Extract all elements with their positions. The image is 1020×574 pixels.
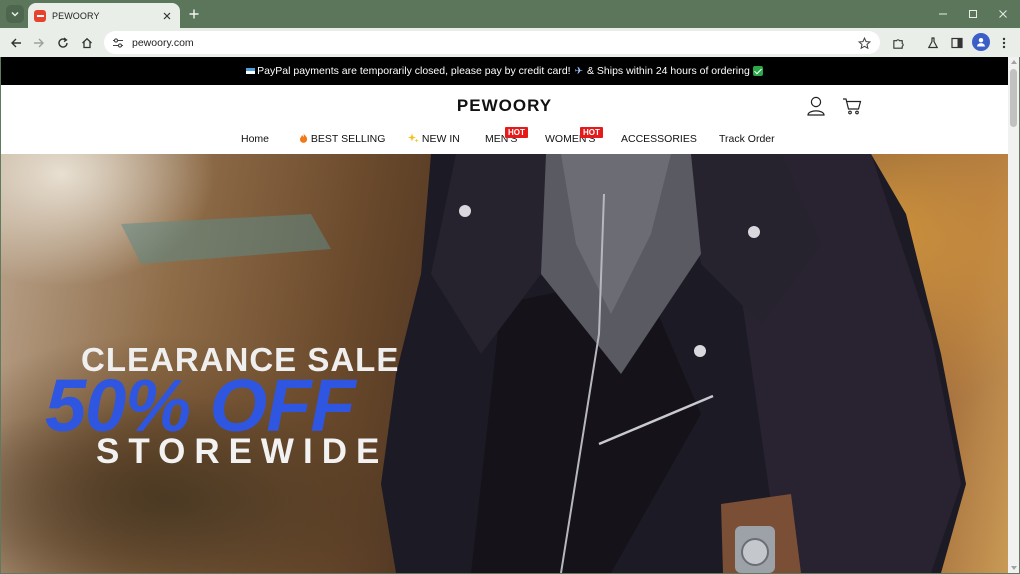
home-button[interactable] [77, 33, 97, 53]
scroll-up-arrow-icon[interactable] [1011, 60, 1017, 64]
arrow-right-icon [34, 38, 44, 48]
announcement-text-shipping: & Ships within 24 hours of ordering [586, 65, 750, 77]
bookmark-button[interactable] [854, 33, 874, 53]
address-bar[interactable]: pewoory.com [104, 31, 880, 54]
scroll-down-arrow-icon[interactable] [1011, 566, 1017, 570]
page-viewport: PayPal payments are temporarily closed, … [1, 57, 1008, 573]
nav-item-womens[interactable]: WOMEN'S HOT [545, 127, 603, 145]
new-tab-button[interactable] [186, 6, 202, 22]
browser-tab[interactable]: PEWOORY [28, 3, 180, 28]
maximize-icon [969, 10, 977, 18]
nav-item-label: NEW IN [421, 133, 460, 145]
site-header: PEWOORY [1, 85, 1008, 127]
home-icon [82, 37, 92, 49]
nav-item-label: ACCESSORIES [621, 133, 697, 145]
puzzle-icon [892, 38, 904, 49]
nav-item-accessories[interactable]: ACCESSORIES [621, 133, 697, 145]
browser-toolbar: pewoory.com [0, 28, 1020, 57]
tab-title: PEWOORY [52, 10, 100, 21]
hero-banner[interactable]: CLEARANCE SALE 50% OFF STOREWIDE [1, 154, 1008, 573]
kebab-menu-icon [1002, 37, 1006, 49]
nav-item-home[interactable]: Home [241, 133, 269, 145]
close-window-button[interactable] [994, 5, 1012, 23]
side-panel-icon [951, 37, 963, 49]
hot-badge: HOT [505, 127, 528, 138]
user-icon [807, 96, 825, 116]
close-icon [999, 10, 1007, 18]
fire-icon [300, 133, 308, 143]
tune-icon [113, 37, 123, 48]
nav-item-new-in[interactable]: NEW IN [408, 133, 460, 145]
profile-button[interactable] [972, 33, 990, 51]
hero-subheadline: STOREWIDE [96, 432, 389, 471]
flask-icon [927, 37, 939, 49]
nav-item-best-selling[interactable]: BEST SELLING [299, 133, 385, 145]
reload-icon [58, 37, 68, 48]
tab-close-button[interactable] [160, 9, 174, 23]
maximize-button[interactable] [964, 5, 982, 23]
side-panel-button[interactable] [947, 33, 967, 53]
nav-item-mens[interactable]: MEN'S HOT [485, 127, 528, 145]
forward-button[interactable] [29, 33, 49, 53]
nav-item-label: Track Order [719, 133, 775, 145]
nav-item-track-order[interactable]: Track Order [719, 133, 775, 145]
page-scrollbar[interactable] [1008, 57, 1019, 573]
site-info-button[interactable] [108, 33, 128, 53]
arrow-left-icon [11, 38, 21, 48]
url-text: pewoory.com [132, 36, 194, 49]
user-avatar-icon [977, 38, 985, 47]
main-nav: Home BEST SELLING NEW IN MEN'S HOT WOMEN… [1, 127, 1008, 154]
close-icon [163, 12, 171, 19]
nav-item-label: Home [241, 133, 270, 145]
labs-button[interactable] [923, 33, 943, 53]
tab-strip: PEWOORY [0, 0, 1020, 28]
plus-icon [189, 9, 199, 19]
sparkles-icon [408, 133, 419, 143]
nav-item-label: BEST SELLING [310, 133, 386, 145]
flag-icon [246, 68, 256, 74]
cart-icon [843, 98, 862, 115]
minimize-icon [939, 13, 947, 15]
extensions-button[interactable] [888, 33, 908, 53]
scrollbar-thumb[interactable] [1010, 69, 1017, 127]
chevron-down-icon [11, 11, 19, 17]
star-icon [857, 36, 871, 49]
minimize-button[interactable] [934, 5, 952, 23]
tab-search-button[interactable] [6, 5, 24, 23]
cart-button[interactable] [841, 95, 863, 117]
announcement-text-payment: PayPal payments are temporarily closed, … [257, 65, 571, 77]
back-button[interactable] [6, 33, 26, 53]
reload-button[interactable] [53, 33, 73, 53]
airplane-icon: ✈ [574, 65, 583, 77]
announcement-bar: PayPal payments are temporarily closed, … [1, 57, 1008, 85]
browser-menu-button[interactable] [994, 33, 1014, 53]
site-favicon-icon [34, 9, 46, 22]
hot-badge: HOT [580, 127, 603, 138]
account-button[interactable] [805, 95, 827, 117]
check-mark-icon [752, 66, 763, 76]
